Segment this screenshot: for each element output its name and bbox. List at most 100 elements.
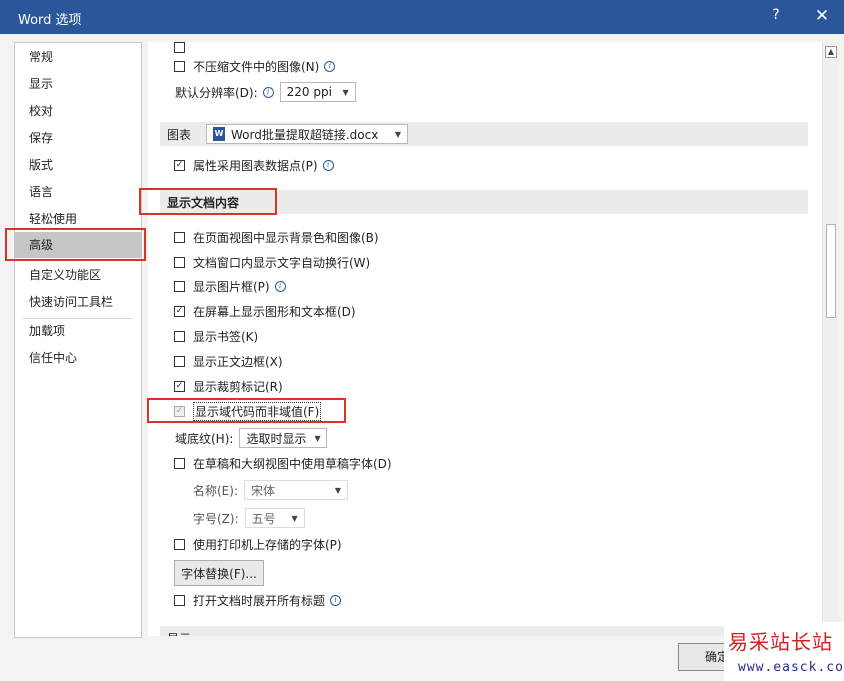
chart-section-label: 图表 [167, 127, 192, 142]
label-field-codes: 显示域代码而非域值(F) [193, 401, 322, 421]
nav-item-general[interactable]: 常规 [15, 44, 141, 70]
label-show-bg-color: 在页面视图中显示背景色和图像(B) [193, 230, 379, 245]
checkbox-expand-headings[interactable] [174, 594, 185, 606]
option-expand-headings[interactable]: 打开文档时展开所有标题 i [174, 589, 342, 611]
checkbox-text-boundaries[interactable] [174, 355, 185, 367]
field-shading-value: 选取时显示 [246, 431, 307, 446]
chevron-down-icon: ▼ [314, 433, 321, 443]
label-font-size: 字号(Z): [193, 511, 239, 526]
nav-item-language[interactable]: 语言 [15, 179, 141, 205]
display-section-header: 显示 [160, 626, 808, 636]
option-chart-data-point[interactable]: ✓ 属性采用图表数据点(P) i [174, 154, 334, 176]
option-no-compress[interactable]: 不压缩文件中的图像(N) i [174, 55, 336, 77]
show-doc-content-header: 显示文档内容 [160, 190, 808, 214]
watermark-url: www.easck.com [738, 660, 844, 675]
option-wrap-text[interactable]: 文档窗口内显示文字自动换行(W) [174, 251, 370, 273]
label-text-boundaries: 显示正文边框(X) [193, 354, 283, 369]
label-drawings-textboxes: 在屏幕上显示图形和文本框(D) [193, 304, 356, 319]
checkbox-picture-placeholder[interactable] [174, 280, 185, 292]
chart-document-dropdown[interactable]: W Word批量提取超链接.docx ▼ [206, 124, 409, 144]
checkbox-no-compress[interactable] [174, 60, 185, 72]
chevron-down-icon: ▼ [334, 485, 341, 495]
info-icon: i [262, 86, 274, 98]
label-default-resolution: 默认分辨率(D): [175, 85, 258, 100]
nav-item-accessibility[interactable]: 轻松使用 [15, 206, 141, 232]
chevron-down-icon: ▼ [342, 87, 349, 97]
nav-item-layout[interactable]: 版式 [15, 152, 141, 178]
label-printer-fonts: 使用打印机上存储的字体(P) [193, 537, 342, 552]
info-icon: i [322, 159, 334, 171]
nav-item-proofing[interactable]: 校对 [15, 98, 141, 124]
checkbox-crop-marks[interactable]: ✓ [174, 380, 185, 392]
option-field-shading: 域底纹(H): 选取时显示 ▼ [175, 427, 328, 449]
window-title: Word 选项 [18, 13, 82, 28]
close-button[interactable]: ✕ [810, 5, 834, 27]
option-bookmarks[interactable]: 显示书签(K) [174, 325, 258, 347]
option-font-size: 字号(Z): 五号 ▼ [193, 507, 305, 529]
nav-item-quick-access-toolbar[interactable]: 快速访问工具栏 [15, 289, 141, 315]
site-watermark: 易采站长站 www.easck.com [724, 622, 844, 681]
help-button[interactable]: ? [766, 7, 786, 23]
resolution-value: 220 ppi [286, 85, 332, 99]
chart-section-header: 图表 W Word批量提取超链接.docx ▼ [160, 122, 808, 146]
option-printer-fonts[interactable]: 使用打印机上存储的字体(P) [174, 533, 342, 555]
checkbox-wrap-text[interactable] [174, 256, 185, 268]
nav-item-advanced[interactable]: 高级 [15, 232, 141, 258]
font-substitution-button[interactable]: 字体替换(F)... [174, 560, 264, 586]
chart-document-name: Word批量提取超链接.docx [231, 127, 379, 142]
option-text-boundaries[interactable]: 显示正文边框(X) [174, 350, 283, 372]
nav-item-trust-center[interactable]: 信任中心 [15, 345, 141, 371]
checkbox-bookmarks[interactable] [174, 330, 185, 342]
word-doc-icon: W [213, 127, 226, 141]
watermark-text: 易采站长站 [728, 630, 833, 654]
nav-item-add-ins[interactable]: 加载项 [15, 318, 141, 344]
chevron-down-icon: ▼ [291, 513, 298, 523]
info-icon: i [330, 594, 342, 606]
resolution-dropdown[interactable]: 220 ppi ▼ [279, 82, 356, 102]
label-field-shading: 域底纹(H): [175, 431, 234, 446]
label-crop-marks: 显示裁剪标记(R) [193, 379, 283, 394]
display-section-heading: 显示 [167, 630, 191, 637]
checkbox-drawings-textboxes[interactable]: ✓ [174, 305, 185, 317]
checkbox-chart-data-point[interactable]: ✓ [174, 159, 185, 171]
field-shading-dropdown[interactable]: 选取时显示 ▼ [239, 428, 328, 448]
nav-item-customize-ribbon[interactable]: 自定义功能区 [15, 262, 141, 288]
options-scrollbar[interactable]: ▲ [822, 42, 839, 636]
info-icon: i [274, 280, 286, 292]
show-doc-content-heading: 显示文档内容 [167, 195, 240, 210]
option-picture-placeholder[interactable]: 显示图片框(P) i [174, 275, 286, 297]
label-bookmarks: 显示书签(K) [193, 329, 259, 344]
label-wrap-text: 文档窗口内显示文字自动换行(W) [193, 255, 371, 270]
option-draft-font[interactable]: 在草稿和大纲视图中使用草稿字体(D) [174, 452, 392, 474]
font-name-dropdown[interactable]: 宋体 ▼ [244, 480, 348, 500]
option-field-codes[interactable]: ✓ 显示域代码而非域值(F) [174, 400, 322, 422]
info-icon: i [324, 60, 336, 72]
label-expand-headings: 打开文档时展开所有标题 [193, 593, 326, 608]
checkbox[interactable] [174, 42, 185, 53]
font-name-value: 宋体 [251, 483, 276, 498]
options-panel: 不压缩文件中的图像(N) i 默认分辨率(D): i 220 ppi ▼ 图表 … [148, 42, 822, 636]
scroll-up-icon[interactable]: ▲ [825, 46, 837, 58]
nav-item-save[interactable]: 保存 [15, 125, 141, 151]
checkbox-field-codes[interactable]: ✓ [174, 405, 185, 417]
label-draft-font: 在草稿和大纲视图中使用草稿字体(D) [193, 456, 392, 471]
title-bar: Word 选项 ? ✕ [0, 0, 844, 34]
option-show-bg-color[interactable]: 在页面视图中显示背景色和图像(B) [174, 226, 379, 248]
label-font-name: 名称(E): [193, 483, 238, 498]
checkbox-draft-font[interactable] [174, 457, 185, 469]
label-picture-placeholder: 显示图片框(P) [193, 279, 270, 294]
chevron-down-icon: ▼ [394, 129, 402, 139]
option-crop-marks[interactable]: ✓ 显示裁剪标记(R) [174, 375, 283, 397]
label-no-compress: 不压缩文件中的图像(N) [193, 59, 320, 74]
nav-item-display[interactable]: 显示 [15, 71, 141, 97]
label-chart-data-point: 属性采用图表数据点(P) [193, 158, 318, 173]
font-size-value: 五号 [251, 511, 276, 526]
scrollbar-thumb[interactable] [826, 224, 836, 318]
options-nav: 常规 显示 校对 保存 版式 语言 轻松使用 高级 自定义功能区 快速访问工具栏… [14, 42, 142, 638]
font-size-dropdown[interactable]: 五号 ▼ [244, 508, 305, 528]
option-drawings-textboxes[interactable]: ✓ 在屏幕上显示图形和文本框(D) [174, 300, 356, 322]
option-default-resolution: 默认分辨率(D): i 220 ppi ▼ [175, 81, 356, 103]
checkbox-printer-fonts[interactable] [174, 538, 185, 550]
checkbox-show-bg-color[interactable] [174, 231, 185, 243]
option-font-name: 名称(E): 宋体 ▼ [193, 479, 348, 501]
